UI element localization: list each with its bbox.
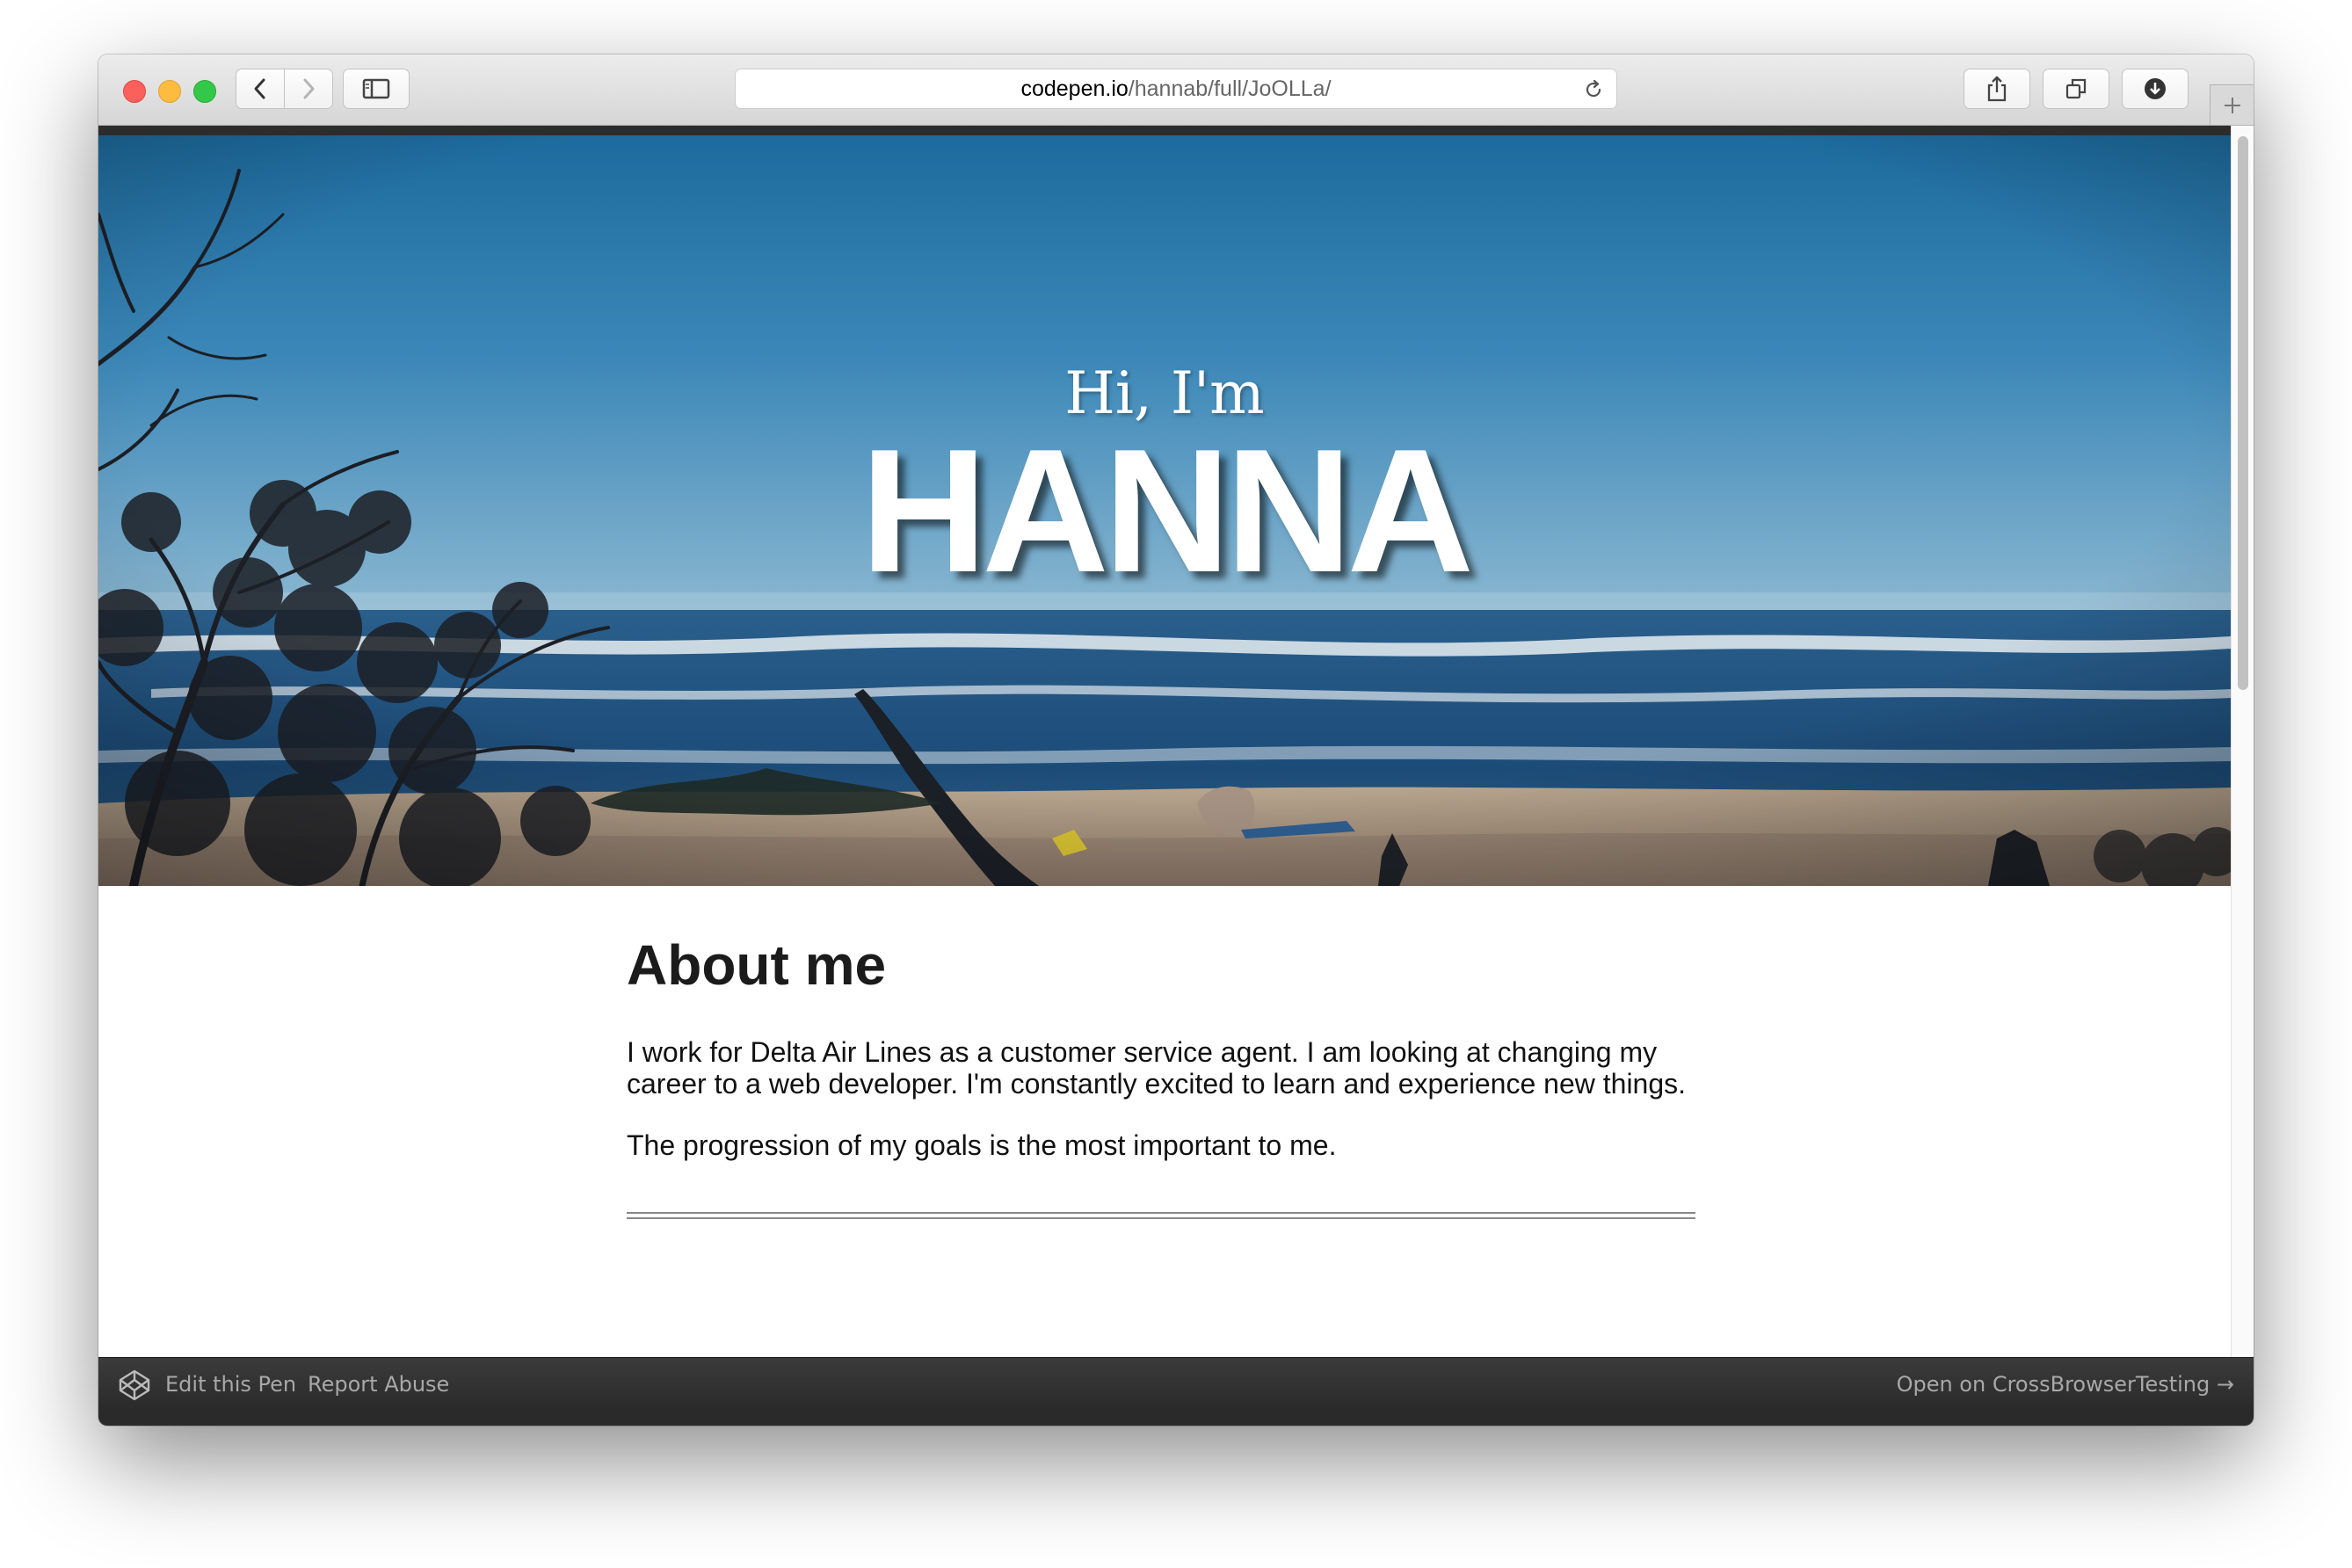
- share-button[interactable]: [1964, 69, 2030, 109]
- top-strip: [98, 126, 2231, 135]
- minimize-window-button[interactable]: [158, 80, 181, 103]
- codepen-footer: Edit this Pen Report Abuse Open on Cross…: [98, 1357, 2254, 1411]
- reload-icon[interactable]: [1583, 79, 1604, 100]
- section-divider: [627, 1212, 1695, 1219]
- about-paragraph-2: The progression of my goals is the most …: [627, 1129, 1337, 1161]
- codepen-logo-icon[interactable]: [118, 1368, 151, 1402]
- tabs-overview-icon: [2065, 78, 2087, 99]
- sidebar-icon: [362, 78, 390, 99]
- edit-pen-link[interactable]: Edit this Pen: [165, 1358, 296, 1411]
- chevron-right-icon: [303, 78, 315, 99]
- page-content: Hi, I'm HANNA About me I work for Delta …: [98, 126, 2231, 1357]
- share-icon: [1987, 76, 2007, 102]
- report-abuse-link[interactable]: Report Abuse: [308, 1358, 449, 1411]
- about-section: About me I work for Delta Air Lines as a…: [627, 933, 1699, 1219]
- browser-toolbar: codepen.io/hannab/full/JoOLLa/: [98, 54, 2254, 126]
- plus-icon: [2224, 97, 2240, 113]
- hero-banner: Hi, I'm HANNA: [98, 135, 2231, 886]
- browser-window: codepen.io/hannab/full/JoOLLa/ Hi, I'm H…: [98, 54, 2254, 1426]
- scrollbar-thumb[interactable]: [2238, 136, 2248, 690]
- window-bottom-edge: [98, 1410, 2254, 1426]
- page-scrollbar[interactable]: [2231, 126, 2254, 1357]
- back-button[interactable]: [236, 69, 285, 109]
- sidebar-toggle-button[interactable]: [343, 69, 410, 109]
- chevron-left-icon: [254, 78, 265, 99]
- forward-button[interactable]: [284, 69, 333, 109]
- about-heading: About me: [627, 933, 887, 997]
- hero-name: HANNA: [860, 413, 1474, 609]
- maximize-window-button[interactable]: [193, 80, 216, 103]
- crossbrowsertesting-link[interactable]: Open on CrossBrowserTesting →: [1897, 1358, 2234, 1411]
- new-tab-button[interactable]: [2210, 84, 2254, 125]
- url-host: codepen.io: [1020, 76, 1129, 101]
- downloads-button[interactable]: [2122, 69, 2189, 109]
- close-window-button[interactable]: [123, 80, 146, 103]
- download-icon: [2145, 78, 2166, 99]
- about-paragraph-1: I work for Delta Air Lines as a customer…: [627, 1036, 1687, 1100]
- url-text[interactable]: codepen.io/hannab/full/JoOLLa/: [736, 69, 1616, 108]
- address-bar[interactable]: codepen.io/hannab/full/JoOLLa/: [735, 69, 1617, 109]
- url-path: /hannab/full/JoOLLa/: [1128, 76, 1332, 101]
- tabs-overview-button[interactable]: [2043, 69, 2109, 109]
